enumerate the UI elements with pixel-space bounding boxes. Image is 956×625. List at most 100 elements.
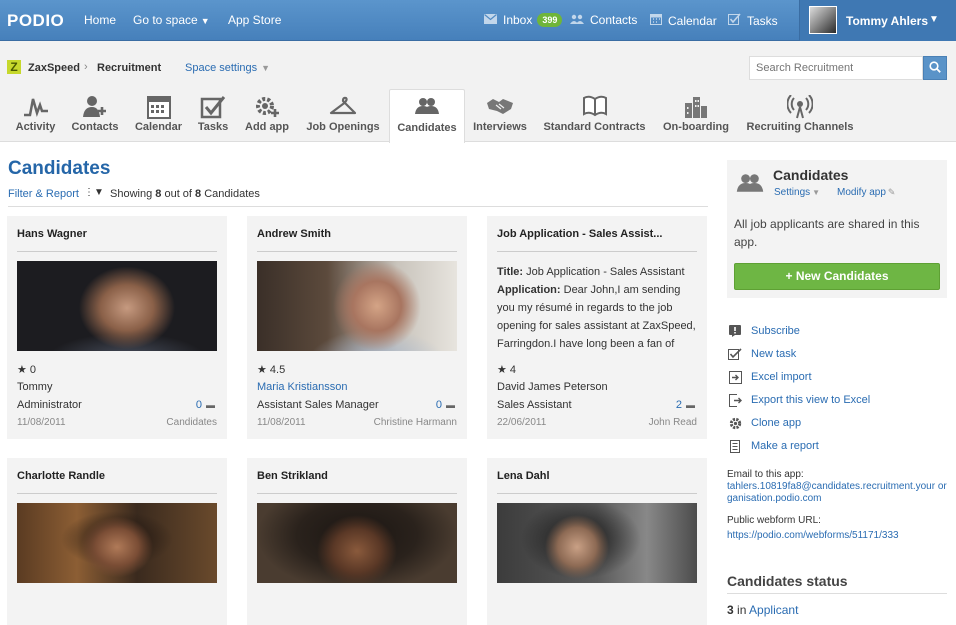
clone-app-link[interactable]: Clone app <box>727 415 801 431</box>
podio-logo[interactable]: PODIO <box>7 11 64 31</box>
page-title: Candidates <box>8 158 111 179</box>
tab-candidates[interactable]: Candidates <box>389 89 465 143</box>
candidate-card[interactable]: Lena Dahl <box>487 458 707 625</box>
settings-dropdown[interactable]: Settings ▼ <box>774 187 820 198</box>
card-title[interactable]: Andrew Smith <box>257 228 457 240</box>
export-excel-link[interactable]: Export this view to Excel <box>727 392 870 408</box>
card-date: 11/08/2011 <box>257 417 306 428</box>
user-name: Tommy Ahlers <box>846 14 929 28</box>
card-owner: Christine Harmann <box>373 417 457 428</box>
inbox-link[interactable]: Inbox 399 <box>484 13 563 27</box>
excerpt-title-label: Title: <box>497 266 524 278</box>
tab-on-boarding[interactable]: On-boarding <box>658 89 734 142</box>
candidate-card[interactable]: Andrew Smith ★ 4.5 Maria Kristiansson As… <box>247 216 467 439</box>
user-menu[interactable]: Tommy Ahlers ▼ <box>799 0 956 41</box>
nav-app-store[interactable]: App Store <box>228 13 281 27</box>
email-label: Email to this app: <box>727 469 804 480</box>
filter-menu-toggle[interactable]: ⋮▼ <box>84 187 104 198</box>
comment-count-value: 2 <box>675 399 682 411</box>
nav-go-to-space-label: Go to space <box>133 13 198 27</box>
checkbox-icon <box>727 348 743 360</box>
search-input[interactable] <box>749 56 923 80</box>
action-label: Make a report <box>751 440 819 452</box>
webform-url-link[interactable]: https://podio.com/webforms/51171/333 <box>727 530 899 541</box>
subscribe-icon <box>727 325 743 337</box>
webform-label: Public webform URL: <box>727 515 821 526</box>
search-button[interactable] <box>923 56 947 80</box>
comment-count-value: 0 <box>195 399 202 411</box>
modify-app-label: Modify app <box>837 187 886 198</box>
rating: ★ 4.5 <box>257 364 286 376</box>
new-task-link[interactable]: New task <box>727 346 796 362</box>
divider <box>17 251 217 252</box>
action-label: Subscribe <box>751 325 800 337</box>
calendar-link[interactable]: Calendar <box>650 13 717 28</box>
action-label: Export this view to Excel <box>751 394 871 406</box>
excerpt-application-label: Application: <box>497 284 561 296</box>
comment-icon: ▬ <box>446 400 455 410</box>
contacts-link[interactable]: Contacts <box>570 13 637 27</box>
tab-tasks[interactable]: Tasks <box>192 89 234 142</box>
tab-add-app[interactable]: Add app <box>241 89 293 142</box>
tab-activity[interactable]: Activity <box>8 89 63 142</box>
candidate-photo <box>17 261 217 351</box>
comment-count[interactable]: 2 ▬ <box>676 399 695 411</box>
app-email-address[interactable]: tahlers.10819fa8@candidates.recruitment.… <box>727 481 952 505</box>
tab-standard-contracts[interactable]: Standard Contracts <box>538 89 651 142</box>
showing-total-value: 8 <box>195 188 202 200</box>
divider <box>257 493 457 494</box>
tasks-link[interactable]: Tasks <box>728 13 778 28</box>
application-card[interactable]: Job Application - Sales Assist... Title:… <box>487 216 707 439</box>
envelope-icon <box>484 13 497 27</box>
new-candidates-button[interactable]: + New Candidates <box>734 263 940 290</box>
settings-label: Settings <box>774 187 811 198</box>
card-position: Assistant Sales Manager <box>257 399 379 411</box>
calendar-icon <box>650 13 662 28</box>
handshake-icon <box>470 89 530 121</box>
space-logo[interactable]: Z <box>7 60 21 74</box>
card-title[interactable]: Hans Wagner <box>17 228 217 240</box>
excel-import-link[interactable]: Excel import <box>727 369 812 385</box>
breadcrumb-app[interactable]: Recruitment <box>97 62 161 74</box>
comment-count[interactable]: 0 ▬ <box>196 399 215 411</box>
subscribe-link[interactable]: Subscribe <box>727 323 800 339</box>
candidate-card[interactable]: Ben Strikland <box>247 458 467 625</box>
panel-title: Candidates <box>773 167 849 183</box>
app-info-panel: Candidates Settings ▼ Modify app ✎ All job… <box>727 160 947 298</box>
action-label: New task <box>751 348 797 360</box>
candidate-card[interactable]: Hans Wagner ★ 0 Tommy Administrator 0 ▬ 1… <box>7 216 227 439</box>
nav-home[interactable]: Home <box>84 13 116 27</box>
tab-label: Add app <box>245 121 289 133</box>
card-title[interactable]: Charlotte Randle <box>17 470 217 482</box>
people-icon <box>570 13 584 27</box>
tab-label: Contacts <box>71 121 119 133</box>
filter-report-link[interactable]: Filter & Report <box>8 188 79 200</box>
candidate-card[interactable]: Charlotte Randle <box>7 458 227 625</box>
status-count: 3 <box>727 603 734 617</box>
avatar <box>809 6 837 34</box>
card-contact-link[interactable]: Maria Kristiansson <box>257 381 347 393</box>
status-link[interactable]: Applicant <box>749 603 798 617</box>
tab-recruiting-channels[interactable]: Recruiting Channels <box>742 89 858 142</box>
divider <box>497 493 697 494</box>
comment-count-value: 0 <box>435 399 442 411</box>
modify-app-link[interactable]: Modify app ✎ <box>837 187 895 198</box>
breadcrumb-space[interactable]: ZaxSpeed <box>28 62 80 74</box>
tab-calendar[interactable]: Calendar <box>132 89 185 142</box>
comment-count[interactable]: 0 ▬ <box>436 399 455 411</box>
tab-job-openings[interactable]: Job Openings <box>301 89 385 142</box>
card-date: 22/06/2011 <box>497 417 547 428</box>
card-title[interactable]: Job Application - Sales Assist... <box>497 228 697 240</box>
nav-go-to-space[interactable]: Go to space ▼ <box>133 13 210 27</box>
showing-suffix: Candidates <box>204 188 260 200</box>
make-report-link[interactable]: Make a report <box>727 438 819 454</box>
space-settings-link[interactable]: Space settings ▼ <box>185 62 270 74</box>
card-position: Sales Assistant <box>497 399 572 411</box>
tab-contacts[interactable]: Contacts <box>66 89 124 142</box>
card-title[interactable]: Ben Strikland <box>257 470 457 482</box>
action-label: Clone app <box>751 417 802 429</box>
tab-interviews[interactable]: Interviews <box>470 89 530 142</box>
card-title[interactable]: Lena Dahl <box>497 470 697 482</box>
tab-label: Candidates <box>397 122 457 134</box>
status-in: in <box>737 603 747 617</box>
